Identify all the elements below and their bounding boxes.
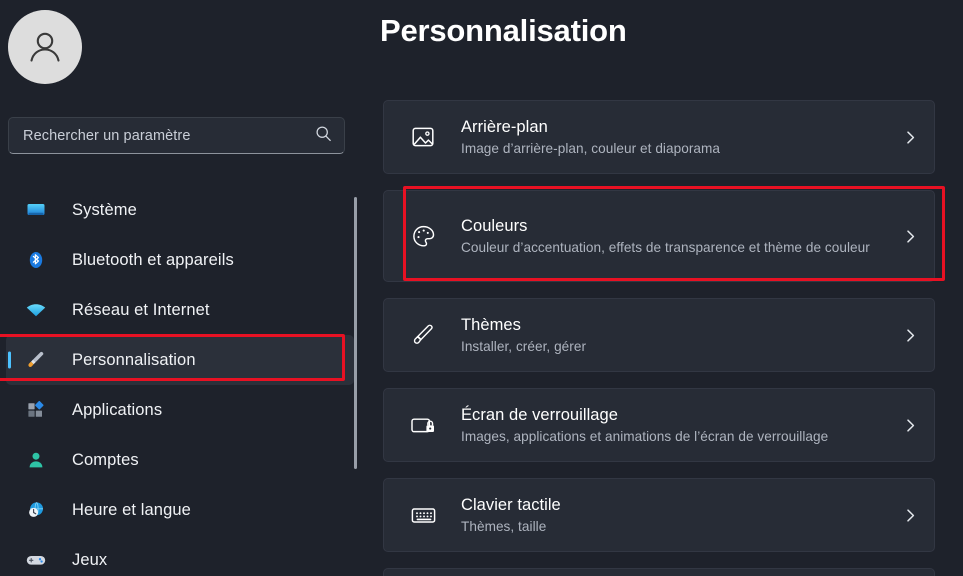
color-palette-icon xyxy=(406,219,440,253)
sidebar-scrollbar[interactable] xyxy=(354,197,357,469)
card-title: Couleurs xyxy=(461,216,528,235)
touch-keyboard-icon xyxy=(406,498,440,532)
settings-card-ecran-de-verrouillage[interactable]: Écran de verrouillage Images, applicatio… xyxy=(383,388,935,462)
sidebar-item-reseau-et-internet[interactable]: Réseau et Internet xyxy=(6,285,354,335)
sidebar: Système Bluetooth et appareils xyxy=(0,0,370,576)
sidebar-item-personnalisation[interactable]: Personnalisation xyxy=(6,335,354,385)
card-subtitle: Couleur d’accentuation, effets de transp… xyxy=(461,239,870,255)
settings-card-themes[interactable]: Thèmes Installer, créer, gérer xyxy=(383,298,935,372)
card-text: Écran de verrouillage Images, applicatio… xyxy=(461,405,890,446)
lock-screen-icon xyxy=(406,408,440,442)
card-subtitle: Image d’arrière-plan, couleur et diapora… xyxy=(461,140,721,156)
system-monitor-icon xyxy=(24,198,48,222)
sidebar-item-label: Réseau et Internet xyxy=(72,300,210,319)
sidebar-item-systeme[interactable]: Système xyxy=(6,185,354,235)
sidebar-nav: Système Bluetooth et appareils Réseau et… xyxy=(0,185,370,576)
sidebar-item-label: Applications xyxy=(72,400,163,419)
card-title: Thèmes xyxy=(461,315,521,334)
settings-window: Système Bluetooth et appareils xyxy=(0,0,963,576)
card-text: Thèmes Installer, créer, gérer xyxy=(461,315,890,356)
paintbrush-icon xyxy=(24,348,48,372)
sidebar-item-label: Système xyxy=(72,200,137,219)
chevron-right-icon[interactable] xyxy=(900,418,920,433)
search-box[interactable] xyxy=(8,117,345,154)
sidebar-item-label: Personnalisation xyxy=(72,350,196,369)
card-text: Couleurs Couleur d’accentuation, effets … xyxy=(461,216,890,257)
settings-card-couleurs[interactable]: Couleurs Couleur d’accentuation, effets … xyxy=(383,190,935,282)
search-icon[interactable] xyxy=(315,125,332,147)
chevron-right-icon[interactable] xyxy=(900,508,920,523)
settings-card-partial[interactable] xyxy=(383,568,935,576)
search-container[interactable] xyxy=(8,117,345,154)
apps-icon xyxy=(24,398,48,422)
settings-card-list: Arrière-plan Image d’arrière-plan, coule… xyxy=(383,100,935,576)
avatar[interactable] xyxy=(8,10,82,84)
sidebar-item-label: Heure et langue xyxy=(72,500,191,519)
settings-card-clavier-tactile[interactable]: Clavier tactile Thèmes, taille xyxy=(383,478,935,552)
card-title: Clavier tactile xyxy=(461,495,561,514)
card-subtitle: Installer, créer, gérer xyxy=(461,338,587,354)
main-content: Personnalisation Arrière-plan Image d’ar… xyxy=(370,0,963,576)
sidebar-item-applications[interactable]: Applications xyxy=(6,385,354,435)
picture-icon xyxy=(406,120,440,154)
page-title: Personnalisation xyxy=(380,13,627,48)
account-header[interactable] xyxy=(8,8,298,86)
wifi-icon xyxy=(24,298,48,322)
sidebar-item-jeux[interactable]: Jeux xyxy=(6,535,354,576)
chevron-right-icon[interactable] xyxy=(900,328,920,343)
bluetooth-icon xyxy=(24,248,48,272)
card-subtitle: Thèmes, taille xyxy=(461,518,547,534)
sidebar-item-label: Jeux xyxy=(72,550,108,569)
card-title: Arrière-plan xyxy=(461,117,548,136)
card-text: Arrière-plan Image d’arrière-plan, coule… xyxy=(461,117,890,158)
selection-pill xyxy=(8,351,11,369)
paintbrush-outline-icon xyxy=(406,318,440,352)
sidebar-item-heure-et-langue[interactable]: Heure et langue xyxy=(6,485,354,535)
card-subtitle: Images, applications et animations de l’… xyxy=(461,428,829,444)
search-input[interactable] xyxy=(23,127,309,144)
gamepad-icon xyxy=(24,548,48,572)
card-text: Clavier tactile Thèmes, taille xyxy=(461,495,890,536)
sidebar-item-comptes[interactable]: Comptes xyxy=(6,435,354,485)
settings-card-arriere-plan[interactable]: Arrière-plan Image d’arrière-plan, coule… xyxy=(383,100,935,174)
accounts-person-icon xyxy=(24,448,48,472)
chevron-right-icon[interactable] xyxy=(900,229,920,244)
sidebar-item-label: Comptes xyxy=(72,450,139,469)
clock-globe-icon xyxy=(24,498,48,522)
chevron-right-icon[interactable] xyxy=(900,130,920,145)
card-title: Écran de verrouillage xyxy=(461,405,618,424)
sidebar-item-label: Bluetooth et appareils xyxy=(72,250,234,269)
sidebar-item-bluetooth-et-appareils[interactable]: Bluetooth et appareils xyxy=(6,235,354,285)
